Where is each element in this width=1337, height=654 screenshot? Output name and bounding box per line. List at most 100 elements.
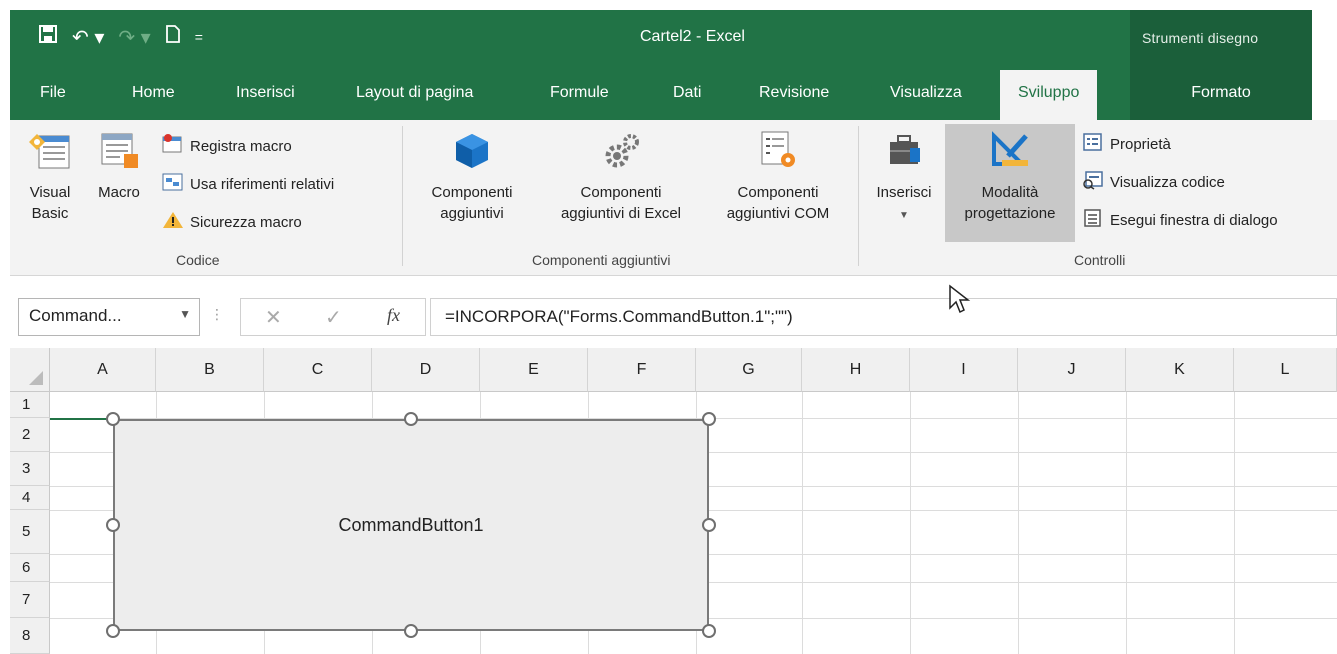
design-mode-label-2: progettazione	[964, 205, 1056, 222]
tab-layout-di-pagina[interactable]: Layout di pagina	[356, 84, 473, 102]
add-ins-label-1: Componenti	[431, 184, 513, 201]
new-document-icon[interactable]	[165, 24, 181, 50]
insert-controls-label: Inserisci	[876, 184, 932, 201]
contextual-tools-header: Strumenti disegno	[1130, 10, 1312, 70]
add-ins-label-2: aggiuntivi	[440, 205, 504, 222]
row-header-1[interactable]: 1	[10, 392, 50, 418]
tab-visualizza[interactable]: Visualizza	[890, 84, 962, 102]
add-ins-cube-icon	[412, 130, 532, 178]
excel-add-ins-label-2: aggiuntivi di Excel	[560, 205, 682, 222]
tab-revisione[interactable]: Revisione	[759, 84, 829, 102]
resize-handle-bottom[interactable]	[404, 624, 418, 638]
tab-dati[interactable]: Dati	[673, 84, 701, 102]
column-header-b[interactable]: B	[156, 348, 264, 392]
com-add-ins-icon	[704, 130, 852, 178]
group-label-controlli: Controlli	[1074, 252, 1126, 268]
visual-basic-button[interactable]: Visual Basic	[20, 130, 80, 224]
excel-add-ins-button[interactable]: Componenti aggiuntivi di Excel	[536, 130, 706, 224]
chevron-down-icon[interactable]: ▼	[179, 307, 191, 321]
name-box-value: Command...	[29, 306, 122, 325]
view-code-label: Visualizza codice	[1110, 173, 1225, 191]
com-add-ins-label-2: aggiuntivi COM	[726, 205, 830, 222]
tab-file[interactable]: File	[40, 84, 66, 102]
grid-line	[910, 392, 911, 654]
properties-button[interactable]: Proprietà	[1082, 132, 1171, 156]
column-header-f[interactable]: F	[588, 348, 696, 392]
column-header-d[interactable]: D	[372, 348, 480, 392]
column-header-i[interactable]: I	[910, 348, 1018, 392]
group-separator	[858, 126, 859, 266]
relative-references-button[interactable]: Usa riferimenti relativi	[162, 172, 334, 196]
view-code-icon	[1082, 170, 1104, 194]
design-mode-button[interactable]: Modalità progettazione	[948, 130, 1072, 224]
column-header-j[interactable]: J	[1018, 348, 1126, 392]
formula-bar: Command... ▼ ⋮ ✕ ✓ fx =INCORPORA("Forms.…	[10, 284, 1337, 348]
macro-security-button[interactable]: Sicurezza macro	[162, 210, 302, 234]
title-bar: ↶ ▾ ↷ ▾ = Cartel2 - Excel Strumenti dise…	[10, 10, 1312, 70]
resize-handle-top-right[interactable]	[702, 412, 716, 426]
column-header-a[interactable]: A	[50, 348, 156, 392]
ribbon-sviluppo: Visual Basic Macro Registra macro Usa ri…	[10, 120, 1337, 276]
formula-bar-grip-icon[interactable]: ⋮	[210, 306, 224, 323]
run-dialog-button[interactable]: Esegui finestra di dialogo	[1082, 208, 1278, 232]
column-header-g[interactable]: G	[696, 348, 802, 392]
visual-basic-label-1: Visual	[29, 184, 71, 201]
formula-bar-buttons: ✕ ✓ fx	[240, 298, 426, 336]
quick-access-toolbar: ↶ ▾ ↷ ▾ =	[38, 24, 203, 50]
row-header-5[interactable]: 5	[10, 510, 50, 554]
row-header-7[interactable]: 7	[10, 582, 50, 618]
column-header-l[interactable]: L	[1234, 348, 1337, 392]
tab-formule[interactable]: Formule	[550, 84, 609, 102]
tab-home[interactable]: Home	[132, 84, 175, 102]
row-header-3[interactable]: 3	[10, 452, 50, 486]
macro-icon	[86, 130, 152, 178]
insert-function-icon[interactable]: fx	[387, 305, 400, 326]
row-header-8[interactable]: 8	[10, 618, 50, 654]
column-header-c[interactable]: C	[264, 348, 372, 392]
cancel-icon[interactable]: ✕	[265, 305, 282, 330]
resize-handle-right[interactable]	[702, 518, 716, 532]
contextual-tools-label: Strumenti disegno	[1142, 30, 1259, 46]
chevron-down-icon: ▼	[899, 210, 909, 221]
com-add-ins-button[interactable]: Componenti aggiuntivi COM	[704, 130, 852, 224]
relative-references-icon	[162, 172, 184, 196]
design-mode-icon	[948, 130, 1072, 178]
redo-icon[interactable]: ↷ ▾	[118, 25, 150, 50]
grid-line	[1126, 392, 1127, 654]
resize-handle-left[interactable]	[106, 518, 120, 532]
visual-basic-icon	[20, 130, 80, 178]
record-macro-label: Registra macro	[190, 137, 292, 155]
mouse-cursor-icon	[949, 284, 971, 314]
column-header-e[interactable]: E	[480, 348, 588, 392]
tab-inserisci[interactable]: Inserisci	[236, 84, 295, 102]
record-macro-button[interactable]: Registra macro	[162, 134, 292, 158]
add-ins-button[interactable]: Componenti aggiuntivi	[412, 130, 532, 224]
undo-icon[interactable]: ↶ ▾	[72, 25, 104, 50]
worksheet-grid[interactable]: A B C D E F G H I J K L 1 2 3 4 5 6 7 8 …	[10, 348, 1337, 654]
command-button-control[interactable]: CommandButton1	[113, 419, 709, 631]
resize-handle-bottom-right[interactable]	[702, 624, 716, 638]
confirm-icon[interactable]: ✓	[325, 305, 342, 330]
resize-handle-top[interactable]	[404, 412, 418, 426]
resize-handle-bottom-left[interactable]	[106, 624, 120, 638]
row-header-4[interactable]: 4	[10, 486, 50, 510]
formula-input[interactable]: =INCORPORA("Forms.CommandButton.1";"")	[430, 298, 1337, 336]
insert-controls-button[interactable]: Inserisci ▼	[866, 130, 942, 226]
column-header-k[interactable]: K	[1126, 348, 1234, 392]
tab-sviluppo[interactable]: Sviluppo	[1000, 70, 1098, 120]
row-header-2[interactable]: 2	[10, 418, 50, 452]
grid-line	[1234, 392, 1235, 654]
macro-button[interactable]: Macro	[86, 130, 152, 203]
select-all-corner[interactable]	[10, 348, 50, 392]
resize-handle-top-left[interactable]	[106, 412, 120, 426]
view-code-button[interactable]: Visualizza codice	[1082, 170, 1225, 194]
design-mode-label-1: Modalità	[981, 184, 1039, 201]
row-header-6[interactable]: 6	[10, 554, 50, 582]
run-dialog-icon	[1082, 208, 1104, 232]
grid-line	[802, 392, 803, 654]
customize-qat-icon[interactable]: =	[195, 29, 203, 45]
name-box[interactable]: Command... ▼	[18, 298, 200, 336]
tab-formato[interactable]: Formato	[1130, 70, 1312, 120]
column-header-h[interactable]: H	[802, 348, 910, 392]
save-icon[interactable]	[38, 24, 58, 50]
